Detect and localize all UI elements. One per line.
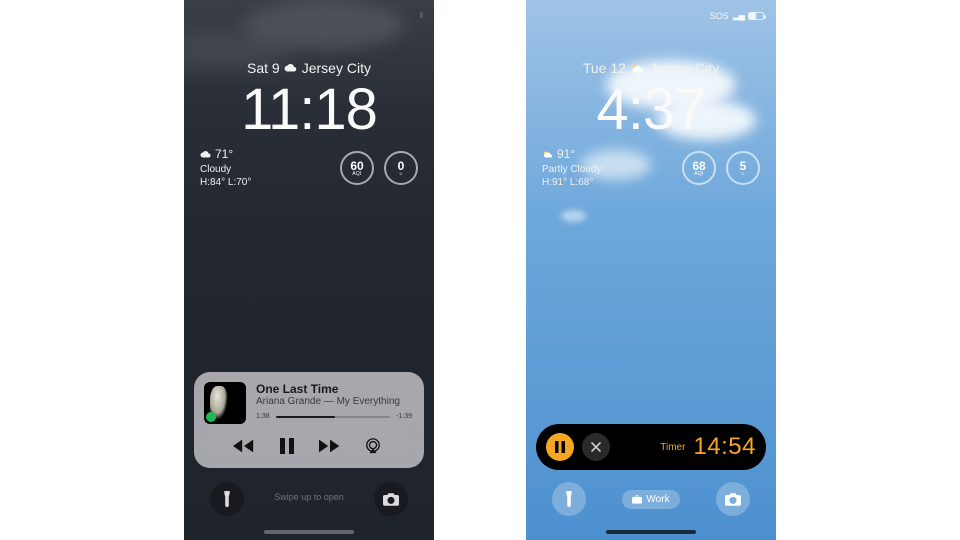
uv-widget[interactable]: 0 ☼ bbox=[384, 151, 418, 185]
now-playing-card[interactable]: One Last Time Ariana Grande — My Everyth… bbox=[194, 372, 424, 468]
home-indicator[interactable] bbox=[606, 530, 696, 534]
clock: 4:37 bbox=[526, 76, 776, 143]
aqi-label: AQI bbox=[694, 171, 704, 177]
cloud-icon bbox=[284, 63, 298, 73]
camera-button[interactable] bbox=[374, 482, 408, 516]
circle-widgets: 68 AQI 5 ☼ bbox=[682, 151, 760, 185]
album-art[interactable] bbox=[204, 382, 246, 424]
flashlight-button[interactable] bbox=[210, 482, 244, 516]
next-track-button[interactable] bbox=[318, 434, 342, 458]
clock: 11:18 bbox=[184, 76, 434, 143]
timer-label: Timer bbox=[660, 442, 685, 453]
widgets-row: 91° Partly Cloudy H:91° L:68° 68 AQI 5 ☼ bbox=[526, 147, 776, 189]
circle-widgets: 60 AQI 0 ☼ bbox=[340, 151, 418, 185]
uv-label: ☼ bbox=[741, 171, 746, 177]
date-location-row[interactable]: Sat 9 Jersey City bbox=[184, 60, 434, 76]
progress-bar[interactable] bbox=[276, 416, 390, 418]
temp-value: 91° bbox=[557, 147, 575, 163]
briefcase-icon bbox=[632, 495, 642, 504]
uv-widget[interactable]: 5 ☼ bbox=[726, 151, 760, 185]
focus-pill[interactable]: Work bbox=[622, 490, 679, 509]
location-label: Jersey City bbox=[302, 60, 371, 76]
timer-live-activity[interactable]: Timer 14:54 bbox=[536, 424, 766, 470]
timer-pause-button[interactable] bbox=[546, 433, 574, 461]
track-artist: Ariana Grande — My Everything bbox=[256, 396, 412, 407]
status-bar: SOS ▂▄ bbox=[710, 10, 764, 21]
track-title: One Last Time bbox=[256, 382, 412, 396]
aqi-widget[interactable]: 60 AQI bbox=[340, 151, 374, 185]
date-label: Sat 9 bbox=[247, 60, 280, 76]
spotify-icon bbox=[206, 412, 216, 422]
lockscreen-left: ıl Sat 9 Jersey City 11:18 71° Cloudy H:… bbox=[184, 0, 434, 540]
camera-button[interactable] bbox=[716, 482, 750, 516]
timer-value: 14:54 bbox=[693, 433, 756, 461]
elapsed-label: 1:38 bbox=[256, 413, 270, 420]
sos-label: SOS bbox=[710, 11, 729, 21]
sun-cloud-icon bbox=[542, 150, 554, 159]
focus-label: Work bbox=[646, 494, 669, 505]
pause-button[interactable] bbox=[275, 434, 299, 458]
weather-widget[interactable]: 71° Cloudy H:84° L:70° bbox=[200, 147, 251, 189]
condition-label: Partly Cloudy bbox=[542, 163, 601, 176]
airplay-button[interactable] bbox=[361, 434, 385, 458]
weather-widget[interactable]: 91° Partly Cloudy H:91° L:68° bbox=[542, 147, 601, 189]
signal-icon: ıl bbox=[420, 10, 423, 20]
music-controls bbox=[204, 434, 412, 458]
remaining-label: -1:39 bbox=[396, 413, 412, 420]
bottom-actions: Work bbox=[526, 482, 776, 516]
status-bar: ıl bbox=[420, 10, 423, 20]
location-label: Jersey City bbox=[650, 60, 719, 76]
hi-lo-label: H:91° L:68° bbox=[542, 176, 601, 189]
uv-label: ☼ bbox=[399, 171, 404, 177]
date-label: Tue 12 bbox=[583, 60, 626, 76]
signal-icon: ▂▄ bbox=[733, 10, 744, 21]
widgets-row: 71° Cloudy H:84° L:70° 60 AQI 0 ☼ bbox=[184, 147, 434, 189]
aqi-label: AQI bbox=[352, 171, 362, 177]
home-indicator[interactable] bbox=[264, 530, 354, 534]
wallpaper-cloud bbox=[561, 210, 586, 222]
battery-icon bbox=[748, 12, 764, 20]
date-location-row[interactable]: Tue 12 Jersey City bbox=[526, 60, 776, 76]
flashlight-button[interactable] bbox=[552, 482, 586, 516]
aqi-widget[interactable]: 68 AQI bbox=[682, 151, 716, 185]
bottom-actions bbox=[184, 482, 434, 516]
sun-cloud-icon bbox=[630, 63, 646, 74]
cloud-icon bbox=[200, 150, 212, 159]
condition-label: Cloudy bbox=[200, 163, 251, 176]
prev-track-button[interactable] bbox=[232, 434, 256, 458]
temp-value: 71° bbox=[215, 147, 233, 163]
hi-lo-label: H:84° L:70° bbox=[200, 176, 251, 189]
timer-close-button[interactable] bbox=[582, 433, 610, 461]
lockscreen-right: SOS ▂▄ Tue 12 Jersey City 4:37 91° Partl… bbox=[526, 0, 776, 540]
progress-row: 1:38 -1:39 bbox=[256, 413, 412, 420]
